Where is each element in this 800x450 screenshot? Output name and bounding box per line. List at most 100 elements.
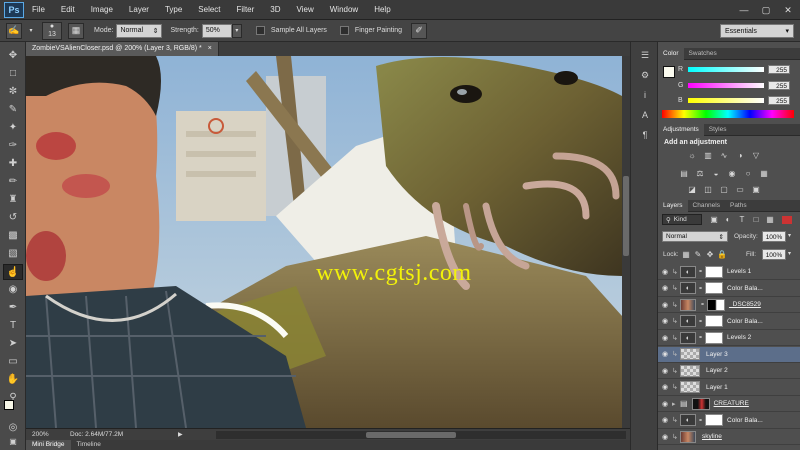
layer-name[interactable]: Layer 1 (706, 384, 728, 391)
layer-name[interactable]: Layer 2 (706, 367, 728, 374)
layer-thumbnail[interactable] (680, 381, 700, 393)
layer-mask-thumbnail[interactable] (705, 315, 724, 327)
slider-track[interactable] (688, 66, 764, 72)
layer-row[interactable]: ◉ ↳ Layer 3 (658, 346, 800, 363)
tab-layers[interactable]: Layers (658, 199, 688, 212)
levels-icon[interactable]: ▥ (702, 150, 714, 161)
visibility-eye-icon[interactable]: ◉ (658, 383, 672, 391)
channel-mixer-icon[interactable]: ○ (742, 168, 754, 179)
hand-tool-icon[interactable]: ✋ (3, 372, 23, 388)
menu-image[interactable]: Image (83, 5, 121, 14)
layer-row[interactable]: ◉ ↳ ◐ ⚭ Color Bala... (658, 314, 800, 330)
layer-row[interactable]: ◉ ↳ ⚭ _DSC8529 (658, 297, 800, 313)
horizontal-scrollbar[interactable] (216, 431, 626, 439)
menu-view[interactable]: View (289, 5, 322, 14)
layer-mask-thumbnail[interactable] (707, 298, 726, 311)
layer-row[interactable]: ◉ ↳ ◐ ⚭ Levels 2 (658, 330, 800, 346)
tab-paths[interactable]: Paths (725, 200, 752, 212)
brightness-contrast-icon[interactable]: ☼ (686, 150, 698, 161)
color-slider-g[interactable]: G 255 (678, 80, 798, 90)
invert-icon[interactable]: ◪ (686, 184, 698, 195)
lock-image-icon[interactable]: ✎ (692, 249, 704, 260)
character-icon[interactable]: A (637, 108, 653, 122)
tab-styles[interactable]: Styles (704, 124, 732, 136)
brush-size-picker[interactable]: ● 13 (42, 21, 62, 40)
history-brush-tool-icon[interactable]: ↺ (3, 210, 23, 226)
color-spectrum-ramp[interactable] (662, 110, 794, 118)
slider-track[interactable] (688, 82, 764, 88)
lock-transparent-icon[interactable]: ▦ (680, 249, 692, 260)
rectangle-tool-icon[interactable]: ▭ (3, 354, 23, 370)
clone-stamp-tool-icon[interactable]: ♜ (3, 192, 23, 208)
layer-row[interactable]: ◉ ▸ ▤ CREATURE (658, 396, 800, 412)
layer-name[interactable]: _DSC8529 (729, 301, 761, 308)
posterize-icon[interactable]: ◫ (702, 184, 714, 195)
layer-row[interactable]: ◉ ↳ ◐ ⚭ Color Bala... (658, 413, 800, 429)
layer-thumbnail[interactable] (680, 348, 700, 360)
strength-input[interactable]: 50% (201, 23, 232, 38)
layer-mask-thumbnail[interactable] (691, 397, 710, 410)
vertical-scrollbar[interactable] (622, 56, 630, 428)
zoom-level[interactable]: 200% (32, 431, 66, 438)
layer-name[interactable]: Levels 1 (727, 268, 751, 275)
menu-3d[interactable]: 3D (262, 5, 288, 14)
status-menu-arrow-icon[interactable]: ▶ (178, 431, 183, 438)
document-tab[interactable]: ZombieVSAlienCloser.psd @ 200% (Layer 3,… (26, 42, 219, 56)
filter-pixel-icon[interactable]: ▣ (708, 214, 720, 225)
color-slider-r[interactable]: R 255 (678, 64, 798, 74)
layer-name[interactable]: CREATURE (714, 400, 749, 407)
curves-icon[interactable]: ∿ (718, 150, 730, 161)
visibility-eye-icon[interactable]: ◉ (658, 433, 672, 441)
mode-select[interactable]: Normal ⇕ (116, 23, 163, 38)
opacity-dropdown-icon[interactable]: ▾ (788, 232, 791, 239)
color-balance-icon[interactable]: ⚖ (694, 168, 706, 179)
type-tool-icon[interactable]: T (3, 318, 23, 334)
layer-name[interactable]: Levels 2 (727, 334, 751, 341)
layer-name[interactable]: Layer 3 (706, 351, 728, 358)
photo-filter-icon[interactable]: ◉ (726, 168, 738, 179)
scroll-thumb[interactable] (623, 176, 629, 256)
link-icon[interactable]: ⚭ (698, 285, 703, 292)
link-icon[interactable]: ⚭ (698, 417, 703, 424)
layer-mask-thumbnail[interactable] (705, 282, 724, 294)
foreground-color-swatch[interactable] (663, 66, 675, 78)
quick-select-tool-icon[interactable]: ✎ (3, 102, 23, 118)
foreground-color-swatch[interactable] (4, 400, 14, 410)
blend-mode-select[interactable]: Normal ⇕ (662, 231, 728, 242)
visibility-eye-icon[interactable]: ◉ (658, 400, 672, 408)
gradient-tool-icon[interactable]: ▧ (3, 246, 23, 262)
tab-channels[interactable]: Channels (688, 200, 725, 212)
menu-layer[interactable]: Layer (121, 5, 157, 14)
color-slider-b[interactable]: B 255 (678, 95, 798, 105)
crop-tool-icon[interactable]: ✦ (3, 120, 23, 136)
dodge-tool-icon[interactable]: ◉ (3, 282, 23, 298)
menu-filter[interactable]: Filter (229, 5, 263, 14)
document-canvas[interactable]: www.cgtsj.com (26, 56, 622, 428)
link-icon[interactable]: ⚭ (698, 268, 703, 275)
layer-name[interactable]: Color Bala... (727, 417, 763, 424)
layer-mask-thumbnail[interactable] (705, 414, 724, 426)
workspace-switcher[interactable]: Essentials ▾ (720, 24, 794, 38)
eyedropper-tool-icon[interactable]: ✑ (3, 138, 23, 154)
tab-timeline[interactable]: Timeline (71, 440, 107, 450)
exposure-icon[interactable]: ◑ (734, 150, 746, 161)
paragraph-icon[interactable]: ¶ (637, 128, 653, 142)
lasso-tool-icon[interactable]: ✼ (3, 84, 23, 100)
menu-file[interactable]: File (24, 5, 53, 14)
scroll-thumb[interactable] (366, 432, 456, 438)
pen-tool-icon[interactable]: ✒ (3, 300, 23, 316)
path-selection-tool-icon[interactable]: ➤ (3, 336, 23, 352)
vibrance-icon[interactable]: ▽ (750, 150, 762, 161)
layer-name[interactable]: Color Bala... (727, 318, 763, 325)
layer-thumbnail[interactable] (680, 364, 700, 377)
tab-color[interactable]: Color (658, 47, 684, 60)
menu-select[interactable]: Select (190, 5, 228, 14)
sample-all-layers-checkbox[interactable] (255, 26, 265, 35)
visibility-eye-icon[interactable]: ◉ (658, 350, 672, 358)
menu-window[interactable]: Window (322, 5, 366, 14)
menu-type[interactable]: Type (157, 5, 190, 14)
eraser-tool-icon[interactable]: ▩ (3, 228, 23, 244)
visibility-eye-icon[interactable]: ◉ (658, 416, 672, 424)
filter-smart-object-icon[interactable]: ▦ (764, 214, 776, 225)
layer-thumbnail[interactable] (680, 298, 696, 311)
